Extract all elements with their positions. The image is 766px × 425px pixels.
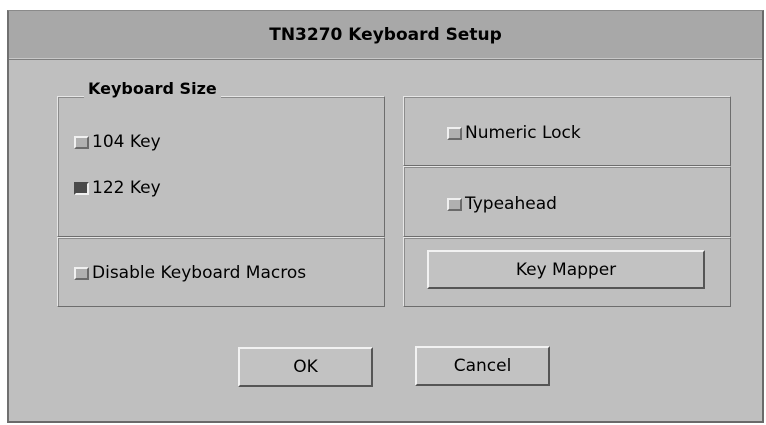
ok-button[interactable]: OK xyxy=(238,347,373,387)
dialog-title: TN3270 Keyboard Setup xyxy=(9,11,762,60)
option-122-key-label: 122 Key xyxy=(92,178,161,198)
typeahead-indicator xyxy=(447,197,462,211)
option-122-key[interactable]: 122 Key xyxy=(74,176,161,200)
keyboard-size-group xyxy=(57,96,385,237)
disable-macros-label: Disable Keyboard Macros xyxy=(92,263,307,283)
numeric-lock-toggle[interactable]: Numeric Lock xyxy=(447,121,581,145)
disable-keyboard-macros-toggle[interactable]: Disable Keyboard Macros xyxy=(74,261,306,285)
radio-122-key-indicator xyxy=(74,181,89,195)
typeahead-toggle[interactable]: Typeahead xyxy=(447,192,557,216)
keyboard-size-label: Keyboard Size xyxy=(84,79,221,99)
option-104-key-label: 104 Key xyxy=(92,132,161,152)
radio-104-key-indicator xyxy=(74,135,89,149)
cancel-button[interactable]: Cancel xyxy=(415,346,550,386)
numeric-lock-indicator xyxy=(447,126,462,140)
key-mapper-button[interactable]: Key Mapper xyxy=(427,250,705,289)
disable-macros-indicator xyxy=(74,266,89,280)
option-104-key[interactable]: 104 Key xyxy=(74,130,161,154)
numeric-lock-label: Numeric Lock xyxy=(465,123,581,143)
typeahead-label: Typeahead xyxy=(465,194,557,214)
